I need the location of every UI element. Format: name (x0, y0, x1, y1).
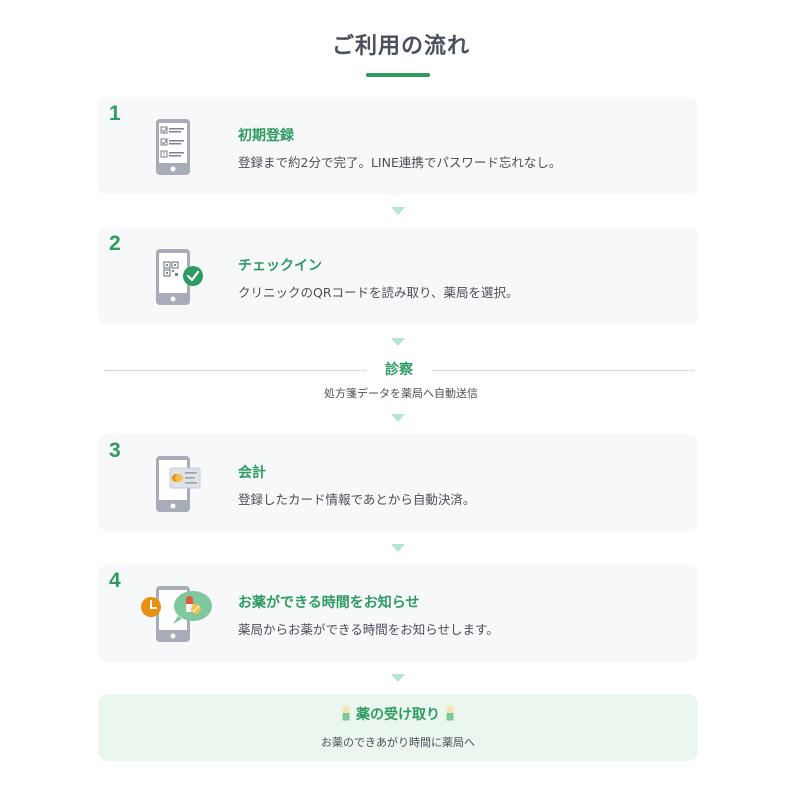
step-number: 4 (109, 569, 121, 592)
arrow-down-icon (391, 544, 405, 552)
final-step-card: 薬の受け取り お薬のできあがり時間に薬局へ (98, 694, 698, 761)
final-heading: 薬の受け取り (356, 707, 440, 723)
step-description: 薬局からお薬ができる時間をお知らせします。 (238, 622, 499, 637)
step-card-notification: 4 お薬ができる時間をお知らせ 薬局からお薬ができる時間をお知らせします。 (98, 564, 698, 662)
diagnosis-subtext: 処方箋データを薬局へ自動送信 (324, 387, 478, 400)
final-heading-row: 薬の受け取り (98, 704, 698, 725)
phone-checklist-icon: ? (138, 111, 218, 181)
svg-text:?: ? (162, 152, 165, 159)
step-card-registration: 1 ? 初期登録 登録まで約2分で完了。LINE連携でパスワード忘れなし。 (98, 97, 698, 195)
step-description: クリニックのQRコードを読み取り、薬局を選択。 (238, 285, 519, 300)
diagnosis-label: 診察 (366, 359, 432, 379)
step-number: 1 (109, 102, 121, 125)
step-heading: 初期登録 (238, 128, 294, 144)
page-title: ご利用の流れ (331, 34, 470, 59)
step-description: 登録したカード情報であとから自動決済。 (238, 492, 476, 507)
arrow-down-icon (391, 338, 405, 346)
arrow-down-icon (391, 414, 405, 422)
step-heading: 会計 (238, 465, 266, 481)
step-heading: チェックイン (238, 258, 322, 274)
phone-credit-card-icon (138, 448, 218, 518)
phone-qr-check-icon (138, 241, 218, 311)
phone-clock-notification-icon (138, 578, 218, 648)
step-description: 登録まで約2分で完了。LINE連携でパスワード忘れなし。 (238, 155, 562, 170)
capsule-icon (342, 705, 350, 725)
step-heading: お薬ができる時間をお知らせ (238, 595, 420, 611)
step-number: 3 (109, 439, 121, 462)
arrow-down-icon (391, 674, 405, 682)
step-card-checkin: 2 チェックイン クリニックのQRコードを読み取り、薬局を選択。 (98, 227, 698, 325)
arrow-down-icon (391, 207, 405, 215)
final-subtext: お薬のできあがり時間に薬局へ (321, 736, 475, 749)
step-number: 2 (109, 232, 121, 255)
capsule-icon (446, 705, 454, 725)
step-card-payment: 3 会計 登録したカード情報であとから自動決済。 (98, 434, 698, 532)
title-underline (366, 73, 430, 77)
